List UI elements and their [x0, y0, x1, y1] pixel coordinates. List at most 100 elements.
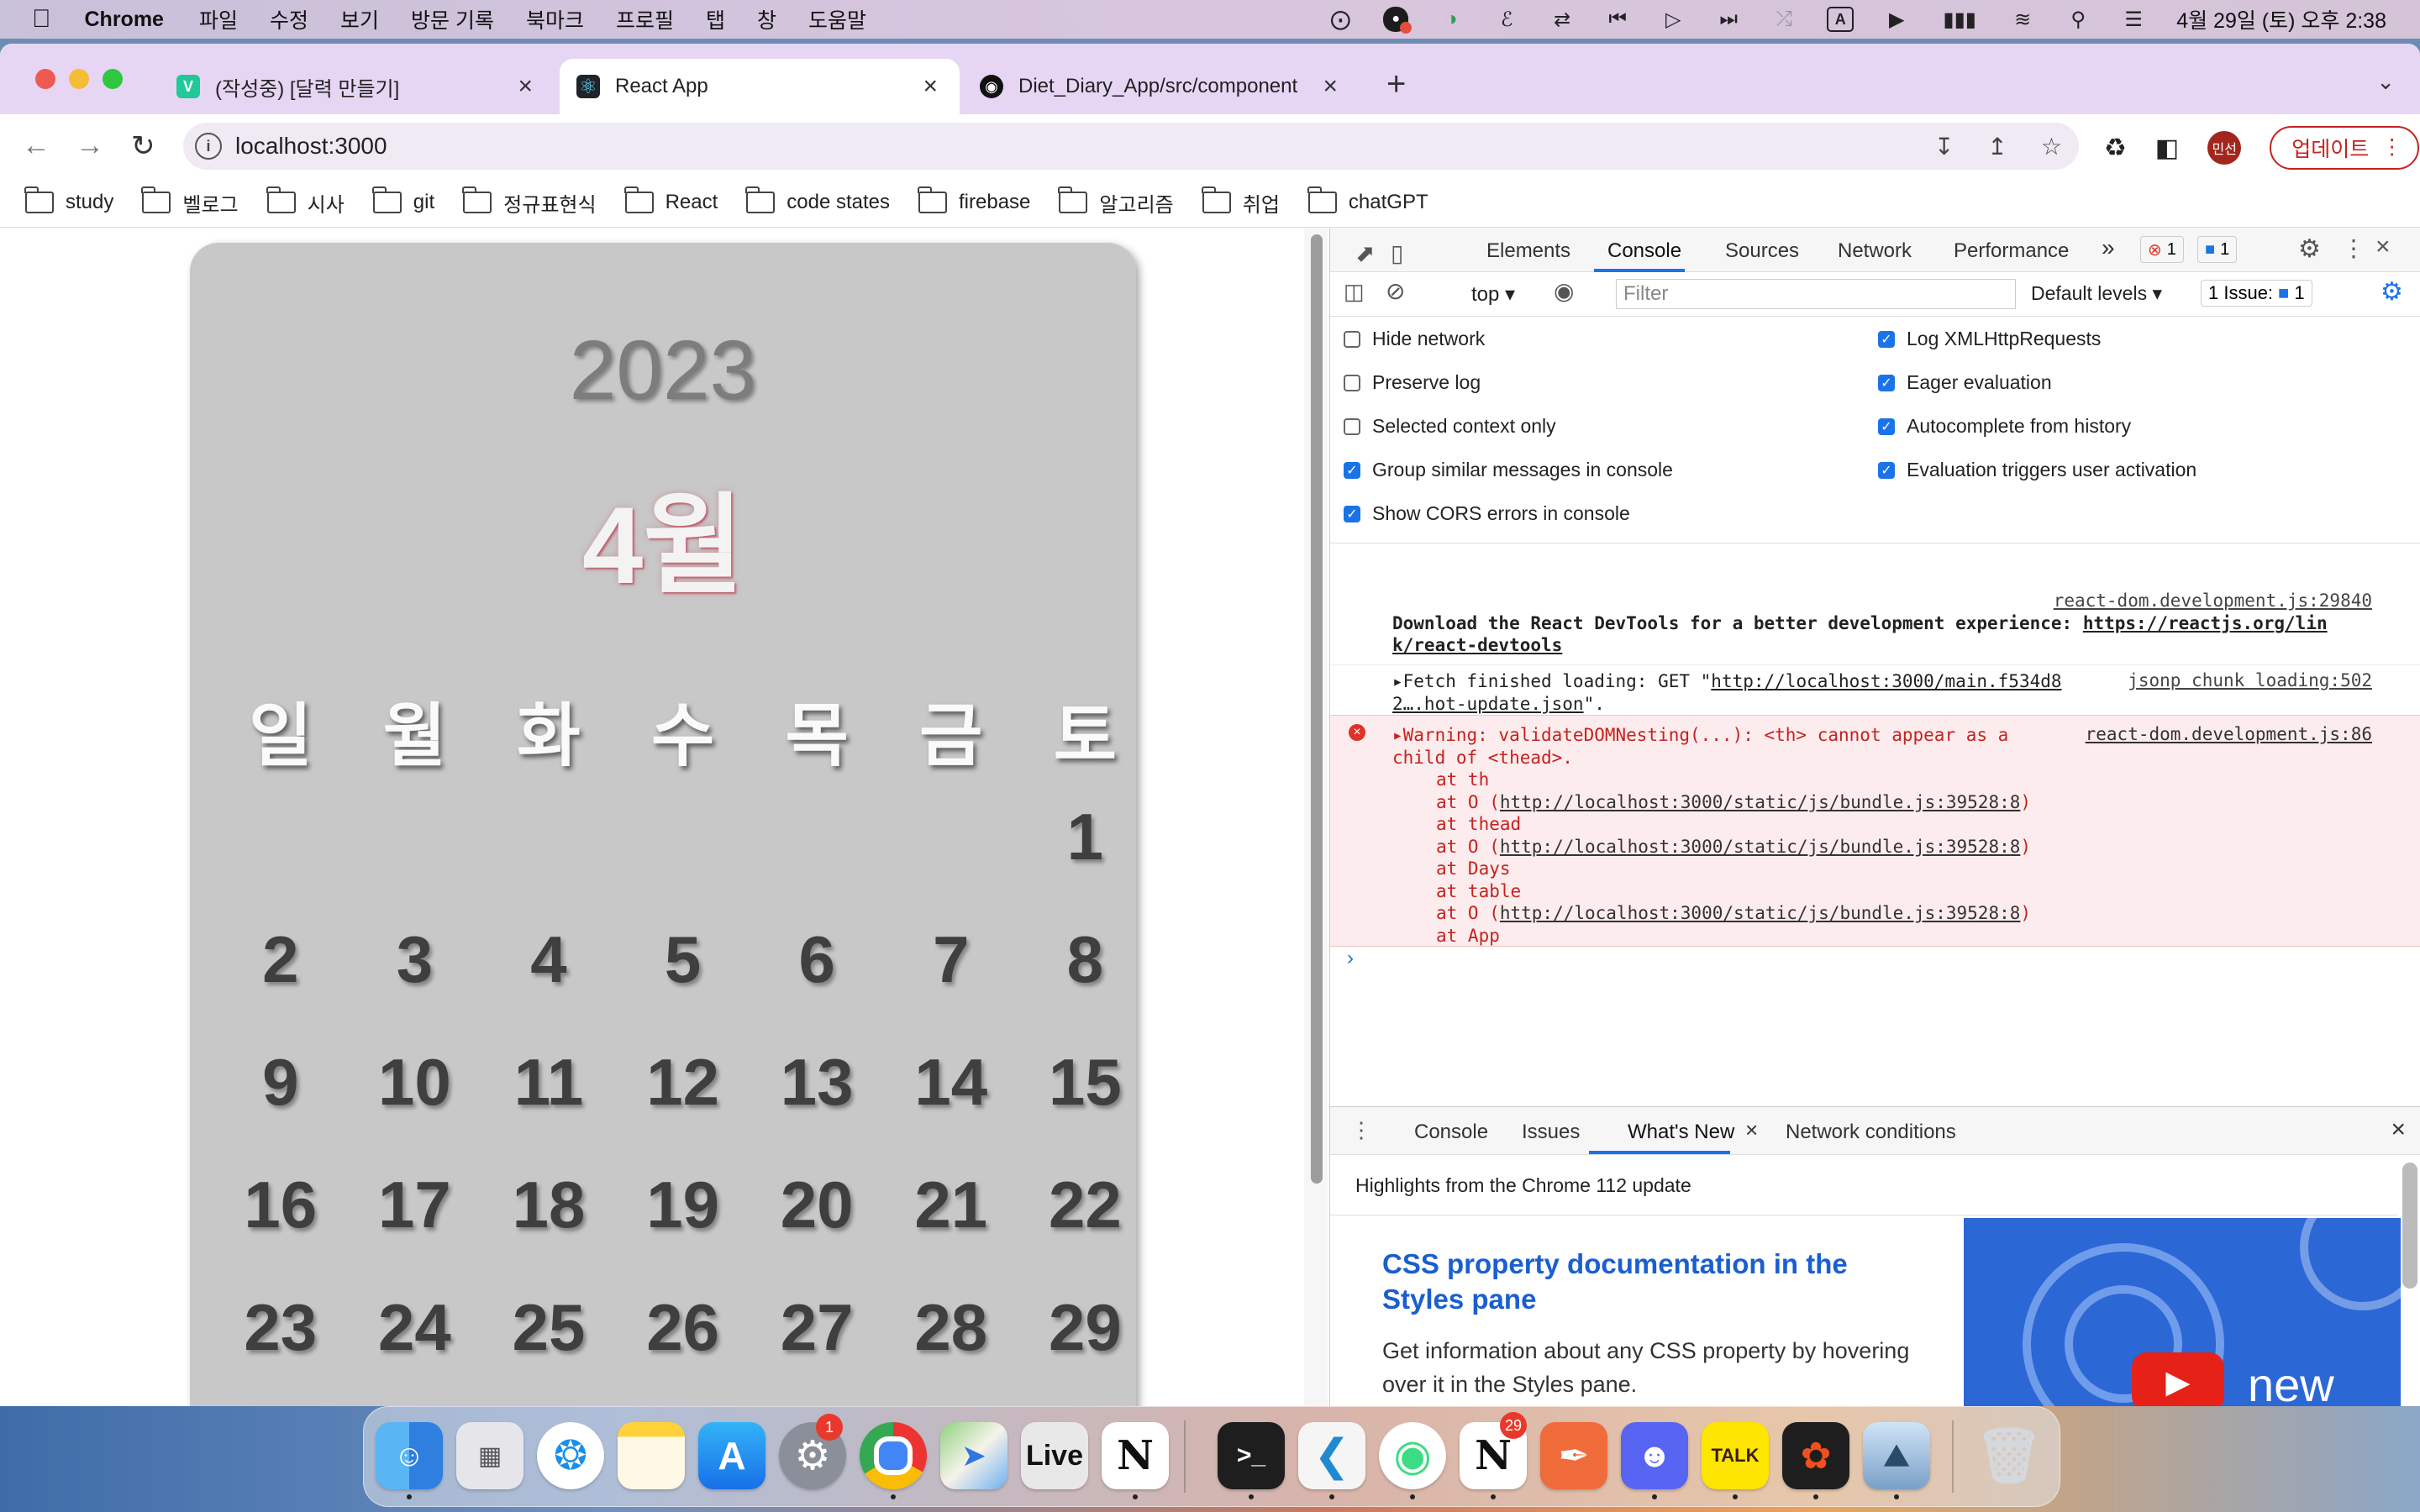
- day-cell[interactable]: [884, 799, 1018, 883]
- drawer-tab-whats-new[interactable]: What's New: [1628, 1121, 1734, 1144]
- error-count-badge[interactable]: ⊗ 1: [2140, 236, 2184, 263]
- clear-console-icon[interactable]: ⊘: [1386, 277, 1405, 305]
- device-toolbar-icon[interactable]: ▯: [1391, 239, 1403, 267]
- more-tabs-icon[interactable]: »: [2102, 234, 2115, 261]
- log-source-link[interactable]: react-dom.development.js:86: [2086, 724, 2372, 744]
- inspect-element-icon[interactable]: ⬈: [1355, 239, 1375, 267]
- chrome-icon[interactable]: [860, 1422, 927, 1489]
- figma-menubar-icon[interactable]: ⨀: [1328, 7, 1353, 32]
- day-cell[interactable]: 26: [616, 1289, 750, 1373]
- message-count-badge[interactable]: ■ 1: [2197, 236, 2238, 263]
- drawer-tab-network-conditions[interactable]: Network conditions: [1786, 1121, 1956, 1144]
- tab-network[interactable]: Network: [1838, 239, 1912, 263]
- sidebar-toggle-icon[interactable]: ◫: [1344, 279, 1365, 305]
- drawer-tab-console[interactable]: Console: [1414, 1121, 1488, 1144]
- drawer-tab-issues[interactable]: Issues: [1522, 1121, 1580, 1144]
- url-text[interactable]: localhost:3000: [235, 133, 387, 160]
- share-icon[interactable]: ↥: [1987, 133, 2007, 160]
- day-cell[interactable]: 5: [616, 921, 750, 1005]
- bookmark-folder[interactable]: 취업: [1201, 186, 1280, 218]
- play-icon[interactable]: ▷: [1660, 7, 1686, 32]
- checkbox[interactable]: [1344, 417, 1360, 435]
- log-levels-select[interactable]: Default levels ▾: [2031, 282, 2162, 305]
- setting-selected-context[interactable]: Selected context only: [1344, 415, 1556, 438]
- live-app-icon[interactable]: Live: [1021, 1422, 1088, 1489]
- live-expression-eye-icon[interactable]: ◉: [1554, 277, 1574, 305]
- menu-window[interactable]: 창: [757, 4, 776, 34]
- close-whats-new-icon[interactable]: ×: [1745, 1117, 1758, 1143]
- bookmark-folder[interactable]: 정규표현식: [462, 186, 597, 218]
- discord-icon[interactable]: ☻: [1621, 1422, 1688, 1489]
- bookmark-folder[interactable]: 알고리즘: [1058, 186, 1174, 218]
- tab-search-chevron-icon[interactable]: ⌄: [2376, 69, 2395, 95]
- day-cell[interactable]: 7: [884, 921, 1018, 1005]
- log-link[interactable]: http://localhost:3000/main.f534d8: [1711, 671, 2061, 691]
- log-source-link[interactable]: react-dom.development.js:29840: [2054, 591, 2372, 611]
- zoom-window-button[interactable]: [103, 69, 123, 89]
- bookmark-folder[interactable]: React: [623, 186, 718, 214]
- bookmark-folder[interactable]: 시사: [266, 186, 345, 218]
- day-cell[interactable]: 23: [213, 1289, 348, 1373]
- setting-cors-errors[interactable]: ✓ Show CORS errors in console: [1344, 502, 1630, 525]
- day-cell[interactable]: 10: [348, 1044, 482, 1128]
- log-source-link[interactable]: jsonp chunk loading:502: [2128, 670, 2372, 690]
- input-method-icon[interactable]: ℰ: [1494, 7, 1519, 32]
- youtube-play-icon[interactable]: ▶: [2132, 1352, 2224, 1406]
- log-text[interactable]: ▸Fetch finished loading: GET ": [1392, 671, 1711, 691]
- install-app-icon[interactable]: ↧: [1934, 133, 1954, 160]
- postman-icon[interactable]: ✒: [1540, 1422, 1607, 1489]
- menu-tab[interactable]: 탭: [706, 4, 725, 34]
- log-link[interactable]: k/react-devtools: [1392, 635, 1562, 655]
- issues-badge[interactable]: 1 Issue: ■ 1: [2201, 280, 2312, 307]
- console-prompt[interactable]: ›: [1347, 947, 1354, 970]
- day-cell[interactable]: 15: [1018, 1044, 1153, 1128]
- trash-icon[interactable]: 🗑: [1975, 1422, 2043, 1489]
- back-button[interactable]: ←: [22, 129, 50, 162]
- bookmark-folder[interactable]: study: [24, 186, 113, 214]
- day-cell[interactable]: 29: [1018, 1289, 1153, 1373]
- drawer-menu-icon[interactable]: ⋮: [1350, 1117, 1372, 1143]
- day-cell[interactable]: 3: [348, 921, 482, 1005]
- minimize-window-button[interactable]: [69, 69, 89, 89]
- checkbox[interactable]: [1344, 330, 1360, 348]
- bookmark-folder[interactable]: git: [371, 186, 434, 214]
- console-settings-gear-icon[interactable]: ⚙: [2381, 277, 2403, 307]
- day-cell[interactable]: [348, 799, 482, 883]
- finder-icon[interactable]: ☺: [376, 1422, 443, 1489]
- day-cell[interactable]: 16: [213, 1167, 348, 1251]
- menu-help[interactable]: 도움말: [808, 4, 866, 34]
- safari-icon[interactable]: ❂: [537, 1422, 604, 1489]
- menu-file[interactable]: 파일: [199, 4, 238, 34]
- tab-sources[interactable]: Sources: [1725, 239, 1799, 263]
- close-tab-icon[interactable]: ×: [1323, 72, 1338, 101]
- shuffle-icon[interactable]: ⤮: [1771, 7, 1797, 32]
- spotlight-search-icon[interactable]: ⚲: [2065, 7, 2091, 32]
- day-cell[interactable]: 6: [750, 921, 884, 1005]
- page-scrollbar[interactable]: [1304, 228, 1328, 1406]
- tab-elements[interactable]: Elements: [1486, 239, 1570, 263]
- bookmark-folder[interactable]: code states: [745, 186, 890, 214]
- previous-track-icon[interactable]: ⏮: [1605, 7, 1630, 32]
- day-cell[interactable]: 21: [884, 1167, 1018, 1251]
- checkbox-checked[interactable]: ✓: [1878, 374, 1895, 391]
- day-cell[interactable]: 17: [348, 1167, 482, 1251]
- forward-button[interactable]: →: [76, 129, 104, 162]
- day-cell[interactable]: 18: [481, 1167, 616, 1251]
- drawer-scrollbar[interactable]: [2402, 1163, 2417, 1289]
- control-center-icon[interactable]: ☰: [2121, 7, 2146, 32]
- day-cell[interactable]: 24: [348, 1289, 482, 1373]
- tab-performance[interactable]: Performance: [1954, 239, 2069, 263]
- camera-menubar-icon[interactable]: ●: [1383, 7, 1413, 34]
- kakaotalk-icon[interactable]: TALK: [1702, 1422, 1769, 1489]
- close-devtools-icon[interactable]: ×: [2375, 233, 2391, 261]
- log-link[interactable]: https://reactjs.org/lin: [2083, 613, 2328, 633]
- day-cell[interactable]: 20: [750, 1167, 884, 1251]
- day-cell[interactable]: 13: [750, 1044, 884, 1128]
- day-cell[interactable]: 2: [213, 921, 348, 1005]
- tab-react-app[interactable]: ⚛ React App ×: [560, 59, 960, 114]
- menu-edit[interactable]: 수정: [270, 4, 308, 34]
- preview-icon[interactable]: ⛰: [1863, 1422, 1930, 1489]
- checkbox-checked[interactable]: ✓: [1878, 417, 1895, 435]
- day-cell[interactable]: [213, 799, 348, 883]
- day-cell[interactable]: 25: [481, 1289, 616, 1373]
